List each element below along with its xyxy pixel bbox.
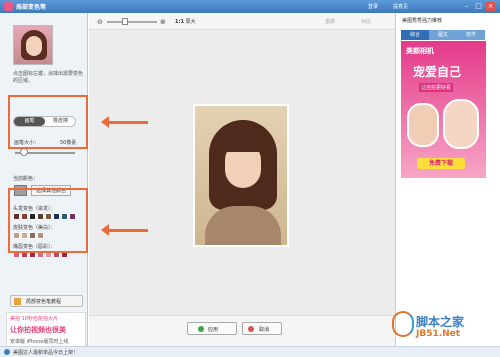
apply-label: 应用 (208, 327, 219, 333)
title-bar: 局部变色笔 登录 提意见 – □ × (0, 0, 500, 13)
ad-photo-2 (443, 99, 479, 149)
maximize-icon[interactable]: □ (474, 2, 483, 11)
info-icon (4, 349, 10, 355)
promo-line-3: 安卓版 iPhone版同时上线 (10, 339, 69, 345)
watermark-logo (392, 311, 414, 337)
highlight-box-brush (8, 95, 88, 149)
ad-slogan: 宠爱自己 (413, 65, 462, 79)
recommend-title: 美图秀秀强力推荐 (402, 18, 443, 24)
login-link[interactable]: 登录 (368, 3, 378, 10)
zoom-ratio[interactable]: 1:1 原大 (175, 18, 196, 25)
left-panel: 点击图标左键，涂抹出需要变色的区域。 画笔 橡皮擦 画笔大小： 50像素 当前颜… (0, 13, 88, 348)
cancel-button[interactable]: 取消 (242, 322, 282, 335)
tutorial-button[interactable]: 局部变色笔教程 (10, 295, 83, 307)
promo-banner[interactable]: 美拍 10秒也能拍大片 让你拍视频也很美 安卓版 iPhone版同时上线 (6, 312, 86, 348)
current-color-label: 当前颜色： (13, 176, 39, 182)
action-bar: 应用 取消 (89, 315, 395, 346)
feedback-link[interactable]: 提意见 (393, 3, 408, 10)
tab-software[interactable]: 软件 (457, 30, 485, 40)
usage-tip: 点击图标左键，涂抹出需要变色的区域。 (13, 71, 84, 84)
compare-button[interactable]: 对比 (361, 18, 371, 25)
app-logo-icon (4, 2, 13, 11)
close-icon[interactable]: × (486, 2, 495, 11)
tab-general[interactable]: 综合 (401, 30, 429, 40)
promo-line-2: 让你拍视频也很美 (10, 326, 66, 334)
tutorial-label: 局部变色笔教程 (26, 299, 62, 305)
cancel-icon (248, 326, 254, 332)
redo-button[interactable]: 重做 (325, 18, 335, 25)
recommend-panel: 美图秀秀强力推荐 综合 图文 软件 美颜相机 宠爱自己 让自拍更好看 免费下载 … (395, 13, 500, 346)
check-icon (198, 326, 204, 332)
ad-brand: 美颜相机 (406, 47, 434, 55)
zoom-slider-handle[interactable] (122, 18, 128, 25)
minimize-icon[interactable]: – (462, 2, 471, 11)
promo-line-1: 美拍 10秒也能拍大片 (10, 316, 58, 322)
zoom-out-icon[interactable]: ⊖ (97, 18, 103, 26)
watermark-line-1: 脚本之家 (416, 315, 465, 329)
watermark-line-2: JB51.Net (416, 329, 461, 339)
tutorial-icon (14, 298, 21, 305)
zoom-slider[interactable] (107, 21, 157, 23)
status-bar: 美图达人最新单品今日上架！ (0, 346, 500, 357)
highlight-box-palettes (8, 188, 88, 253)
ad-photo-1 (407, 103, 439, 147)
status-text[interactable]: 美图达人最新单品今日上架！ (13, 349, 78, 356)
sample-thumbnail (13, 25, 53, 65)
site-watermark: 脚本之家 JB51.Net (392, 311, 500, 345)
ad-banner[interactable]: 美颜相机 宠爱自己 让自拍更好看 免费下载 1 2 3 (401, 41, 486, 178)
ad-download-button[interactable]: 免费下载 (417, 158, 465, 169)
zoom-in-icon[interactable]: ⊕ (160, 18, 166, 26)
recommend-tabs: 综合 图文 软件 (401, 30, 486, 40)
ad-subtitle: 让自拍更好看 (419, 83, 454, 92)
image-toolbar: ⊖ ⊕ 1:1 原大 重做 对比 (89, 13, 395, 30)
apply-button[interactable]: 应用 (187, 322, 237, 335)
window-title: 局部变色笔 (16, 4, 47, 11)
edited-photo[interactable] (193, 104, 289, 247)
annotation-arrow-1 (101, 116, 148, 128)
tab-images[interactable]: 图文 (429, 30, 457, 40)
cancel-label: 取消 (259, 327, 270, 333)
brush-size-slider-handle[interactable] (20, 148, 28, 156)
annotation-arrow-2 (101, 224, 148, 236)
image-canvas[interactable] (89, 30, 395, 315)
